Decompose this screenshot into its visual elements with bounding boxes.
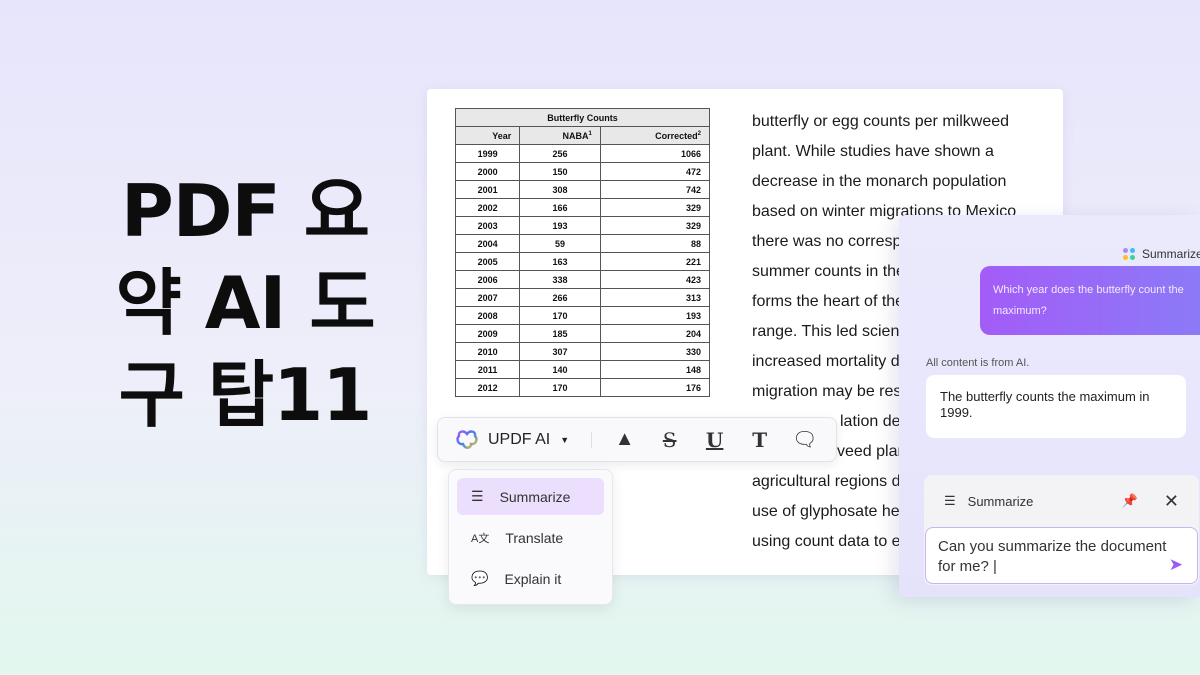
- table-row: 2003 193 329: [454, 216, 711, 235]
- table-row: 2011 140 148: [454, 360, 711, 379]
- comment-icon[interactable]: 🗨: [782, 427, 827, 452]
- table-row: 2009 185 204: [454, 324, 711, 343]
- table-cell: 2009: [454, 324, 521, 343]
- table-cell: 2008: [454, 306, 521, 325]
- table-cell: 185: [519, 324, 601, 343]
- table-row: 2004 59 88: [454, 234, 711, 253]
- text-line: plant. While studies have shown a: [752, 143, 994, 160]
- table-cell: 140: [519, 360, 601, 379]
- table-cell: 59: [519, 234, 601, 253]
- underline-icon[interactable]: U: [692, 428, 737, 452]
- table-cell: 2001: [454, 180, 521, 199]
- divider: [591, 431, 593, 448]
- composer-mode: Summarize: [967, 493, 1034, 509]
- table-cell: 166: [519, 198, 601, 217]
- table-row: 2007 266 313: [454, 288, 711, 307]
- pin-icon[interactable]: 📌: [1122, 493, 1138, 509]
- table-cell: 176: [599, 378, 711, 397]
- table-cell: 329: [599, 198, 711, 217]
- updf-ai-label: UPDF AI: [488, 430, 551, 448]
- table-cell: 2006: [454, 270, 521, 289]
- table-row: 2008 170 193: [454, 306, 711, 325]
- menu-item-summarize[interactable]: ☰ Summarize: [457, 478, 604, 515]
- table-cell: 1999: [454, 144, 521, 163]
- table-cell: 170: [519, 378, 601, 397]
- table-cell: 266: [519, 288, 601, 307]
- table-cell: 1066: [599, 144, 711, 163]
- app-dots-icon: [1123, 248, 1135, 260]
- table-row: 1999 256 1066: [454, 144, 711, 163]
- table-cell: 472: [599, 162, 711, 181]
- table-cell: 150: [519, 162, 601, 181]
- table-cell: 221: [599, 252, 711, 271]
- table-cell: 148: [599, 360, 711, 379]
- butterfly-table: Butterfly Counts Year NABA1 Corrected2 1…: [454, 108, 711, 397]
- table-cell: 193: [519, 216, 601, 235]
- ai-answer: The butterfly counts the maximum in 1999…: [926, 375, 1186, 438]
- text-icon[interactable]: T: [737, 428, 782, 452]
- col-naba: NABA1: [519, 126, 601, 145]
- table-cell: 742: [599, 180, 711, 199]
- ai-chat-panel: Summarize Which year does the butterfly …: [899, 215, 1200, 597]
- ai-menu: ☰ Summarize A文 Translate 💬 Explain it: [448, 469, 613, 605]
- ai-disclaimer: All content is from AI.: [926, 357, 1030, 369]
- user-message: Which year does the butterfly count the …: [980, 266, 1200, 335]
- summarize-badge: Summarize: [1123, 247, 1200, 261]
- table-cell: 2010: [454, 342, 521, 361]
- col-year: Year: [454, 126, 521, 145]
- table-cell: 308: [519, 180, 601, 199]
- table-row: 2010 307 330: [454, 342, 711, 361]
- table-cell: 204: [599, 324, 711, 343]
- table-cell: 2005: [454, 252, 521, 271]
- table-cell: 313: [599, 288, 711, 307]
- list-icon: ☰: [471, 488, 484, 504]
- close-icon[interactable]: ✕: [1164, 491, 1179, 512]
- headline-line: PDF 요: [120, 169, 370, 253]
- table-cell: 2002: [454, 198, 521, 217]
- headline-line: 구 탑11: [118, 353, 373, 437]
- table-cell: 2012: [454, 378, 521, 397]
- table-cell: 2004: [454, 234, 521, 253]
- updf-ai-button[interactable]: UPDF AI ▼: [456, 429, 569, 451]
- text-line: decrease in the monarch population: [752, 173, 1007, 190]
- table-cell: 88: [599, 234, 711, 253]
- table-cell: 193: [599, 306, 711, 325]
- strikethrough-icon[interactable]: S: [647, 428, 692, 452]
- table-cell: 423: [599, 270, 711, 289]
- table-cell: 329: [599, 216, 711, 235]
- composer: ☰ Summarize 📌 ✕ Can you summarize the do…: [924, 475, 1199, 585]
- table-cell: 256: [519, 144, 601, 163]
- explain-icon: 💬: [471, 570, 489, 586]
- table-cell: 2007: [454, 288, 521, 307]
- send-icon[interactable]: ➤: [1169, 555, 1183, 575]
- table-row: 2001 308 742: [454, 180, 711, 199]
- table-cell: 163: [519, 252, 601, 271]
- updf-ai-logo-icon: [456, 429, 478, 449]
- table-row: 2000 150 472: [454, 162, 711, 181]
- table-cell: 2003: [454, 216, 521, 235]
- headline: PDF 요 약 AI 도 구 탑11: [90, 165, 400, 441]
- chevron-down-icon: ▼: [560, 434, 570, 445]
- table-caption: Butterfly Counts: [455, 108, 710, 127]
- table-cell: 170: [519, 306, 601, 325]
- table-row: 2012 170 176: [454, 378, 711, 397]
- table-row: 2006 338 423: [454, 270, 711, 289]
- table-cell: 330: [599, 342, 711, 361]
- table-cell: 338: [519, 270, 601, 289]
- table-cell: 307: [519, 342, 601, 361]
- highlighter-icon[interactable]: ▲: [602, 428, 647, 451]
- list-icon: ☰: [944, 493, 956, 508]
- table-cell: 2011: [454, 360, 521, 379]
- col-corrected: Corrected2: [599, 126, 711, 145]
- menu-item-translate[interactable]: A文 Translate: [457, 519, 604, 556]
- menu-item-explain[interactable]: 💬 Explain it: [457, 560, 604, 597]
- translate-icon: A文: [471, 532, 490, 545]
- chat-input[interactable]: Can you summarize the document for me? |…: [925, 527, 1198, 584]
- annotation-toolbar: UPDF AI ▼ ▲ S U T 🗨: [437, 417, 837, 462]
- table-row: 2005 163 221: [454, 252, 711, 271]
- headline-line: 약 AI 도: [115, 261, 375, 345]
- table-row: 2002 166 329: [454, 198, 711, 217]
- table-cell: 2000: [454, 162, 521, 181]
- text-line: butterfly or egg counts per milkweed: [752, 113, 1010, 130]
